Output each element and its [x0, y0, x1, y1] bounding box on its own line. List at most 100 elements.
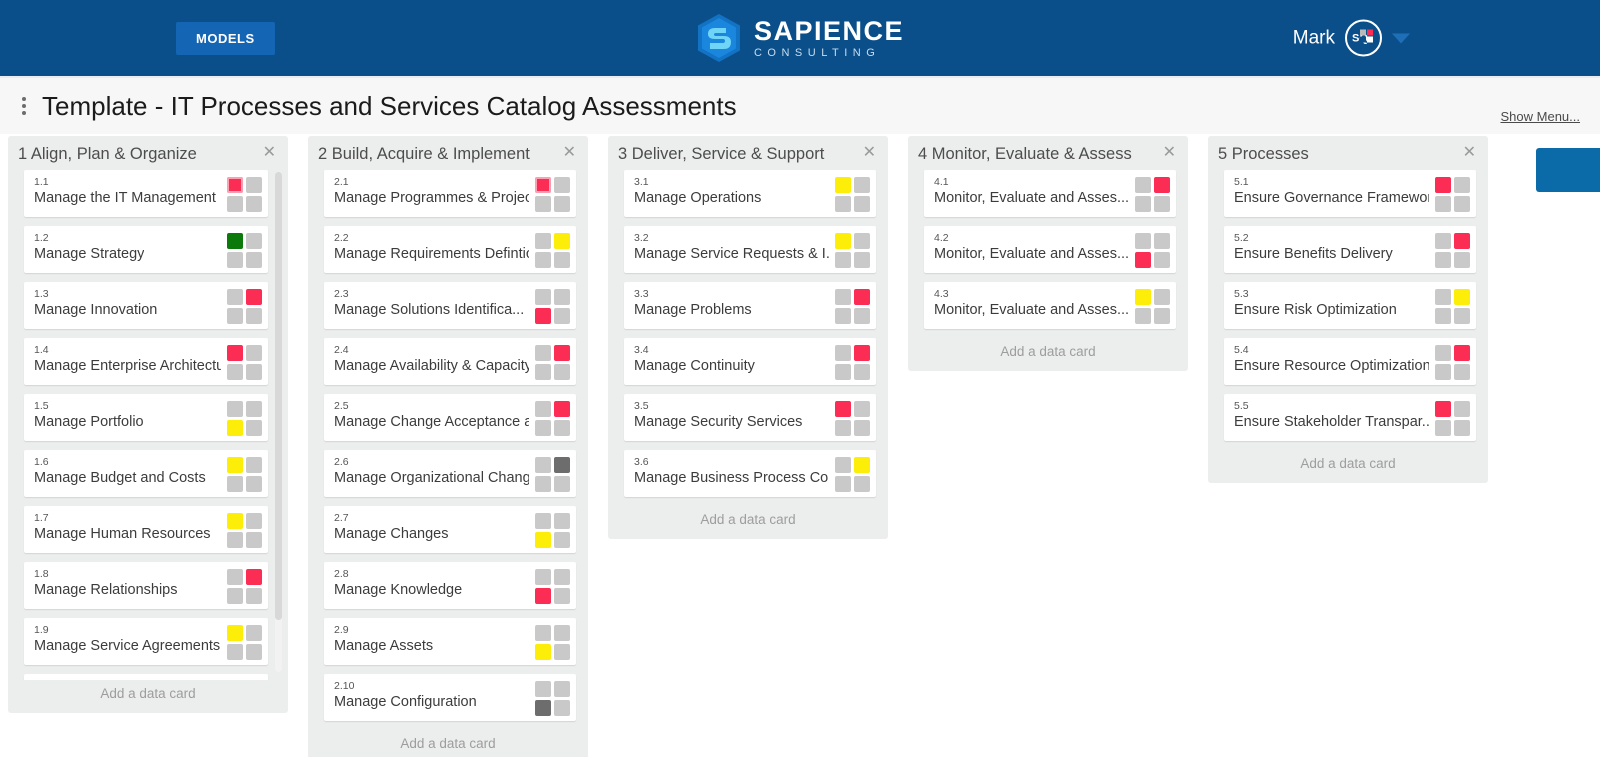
status-swatch[interactable] — [535, 568, 551, 585]
status-swatch[interactable] — [246, 176, 262, 193]
user-menu[interactable]: Mark SQ — [1293, 19, 1410, 57]
status-swatch[interactable] — [554, 232, 570, 249]
status-swatch[interactable] — [1135, 195, 1151, 212]
status-swatch[interactable] — [554, 512, 570, 529]
status-swatch[interactable] — [227, 195, 243, 212]
status-swatch[interactable] — [246, 475, 262, 492]
status-swatch[interactable] — [535, 512, 551, 529]
data-card[interactable]: 5.2 Ensure Benefits Delivery — [1224, 225, 1476, 273]
data-card[interactable]: 2.7 Manage Changes — [324, 505, 576, 553]
status-swatch[interactable] — [1454, 288, 1470, 305]
status-swatch[interactable] — [227, 475, 243, 492]
status-swatch[interactable] — [1435, 400, 1451, 417]
data-card[interactable]: 5.5 Ensure Stakeholder Transpar... — [1224, 393, 1476, 441]
status-swatch[interactable] — [554, 419, 570, 436]
data-card[interactable]: 2.2 Manage Requirements Defintion — [324, 225, 576, 273]
status-swatch[interactable] — [246, 288, 262, 305]
status-swatch[interactable] — [554, 307, 570, 324]
data-card[interactable]: 1.9 Manage Service Agreements — [24, 617, 268, 665]
status-swatch[interactable] — [835, 176, 851, 193]
status-swatch[interactable] — [1154, 195, 1170, 212]
data-card[interactable]: 5.1 Ensure Governance Framework... — [1224, 169, 1476, 217]
column-scrollbar-thumb[interactable] — [275, 172, 282, 620]
status-swatch[interactable] — [1435, 288, 1451, 305]
status-swatch[interactable] — [535, 344, 551, 361]
status-swatch[interactable] — [1435, 363, 1451, 380]
status-swatch[interactable] — [227, 251, 243, 268]
status-swatch[interactable] — [1454, 232, 1470, 249]
status-swatch[interactable] — [835, 363, 851, 380]
status-swatch[interactable] — [854, 344, 870, 361]
status-swatch[interactable] — [554, 344, 570, 361]
status-swatch[interactable] — [854, 176, 870, 193]
status-swatch[interactable] — [535, 251, 551, 268]
status-swatch[interactable] — [535, 680, 551, 697]
status-swatch[interactable] — [1454, 400, 1470, 417]
status-swatch[interactable] — [246, 400, 262, 417]
status-swatch[interactable] — [854, 400, 870, 417]
status-swatch[interactable] — [246, 419, 262, 436]
status-swatch[interactable] — [535, 400, 551, 417]
chevron-down-icon[interactable] — [1392, 33, 1410, 43]
models-button[interactable]: MODELS — [176, 21, 275, 55]
status-swatch[interactable] — [227, 344, 243, 361]
status-swatch[interactable] — [554, 176, 570, 193]
status-swatch[interactable] — [554, 587, 570, 604]
status-swatch[interactable] — [246, 643, 262, 660]
status-swatch[interactable] — [535, 456, 551, 473]
data-card[interactable]: 3.3 Manage Problems — [624, 281, 876, 329]
status-swatch[interactable] — [246, 195, 262, 212]
data-card[interactable]: 4.1 Monitor, Evaluate and Asses... — [924, 169, 1176, 217]
status-swatch[interactable] — [246, 512, 262, 529]
status-swatch[interactable] — [535, 195, 551, 212]
status-swatch[interactable] — [554, 251, 570, 268]
data-card[interactable]: 2.9 Manage Assets — [324, 617, 576, 665]
data-card[interactable]: 2.4 Manage Availability & Capacity — [324, 337, 576, 385]
status-swatch[interactable] — [1135, 307, 1151, 324]
status-swatch[interactable] — [554, 568, 570, 585]
status-swatch[interactable] — [1154, 251, 1170, 268]
data-card[interactable]: 5.4 Ensure Resource Optimization — [1224, 337, 1476, 385]
data-card[interactable]: 4.2 Monitor, Evaluate and Asses... — [924, 225, 1176, 273]
status-swatch[interactable] — [227, 624, 243, 641]
status-swatch[interactable] — [554, 363, 570, 380]
status-swatch[interactable] — [554, 531, 570, 548]
status-swatch[interactable] — [1454, 344, 1470, 361]
status-swatch[interactable] — [227, 531, 243, 548]
status-swatch[interactable] — [854, 288, 870, 305]
status-swatch[interactable] — [246, 232, 262, 249]
status-swatch[interactable] — [854, 195, 870, 212]
status-swatch[interactable] — [554, 699, 570, 716]
status-swatch[interactable] — [1454, 363, 1470, 380]
status-swatch[interactable] — [1435, 344, 1451, 361]
status-swatch[interactable] — [246, 587, 262, 604]
status-swatch[interactable] — [554, 195, 570, 212]
status-swatch[interactable] — [227, 643, 243, 660]
status-swatch[interactable] — [227, 419, 243, 436]
add-data-card-button[interactable]: Add a data card — [308, 730, 588, 757]
data-card[interactable]: 3.2 Manage Service Requests & I... — [624, 225, 876, 273]
collapsed-side-panel[interactable] — [1536, 148, 1600, 192]
close-icon[interactable]: ✕ — [261, 145, 278, 161]
status-swatch[interactable] — [246, 363, 262, 380]
status-swatch[interactable] — [554, 288, 570, 305]
status-swatch[interactable] — [535, 475, 551, 492]
data-card[interactable]: 3.5 Manage Security Services — [624, 393, 876, 441]
add-data-card-button[interactable]: Add a data card — [608, 506, 888, 535]
status-swatch[interactable] — [1454, 195, 1470, 212]
status-swatch[interactable] — [554, 456, 570, 473]
status-swatch[interactable] — [854, 475, 870, 492]
status-swatch[interactable] — [854, 307, 870, 324]
status-swatch[interactable] — [835, 475, 851, 492]
status-swatch[interactable] — [1154, 176, 1170, 193]
data-card[interactable]: 1.6 Manage Budget and Costs — [24, 449, 268, 497]
status-swatch[interactable] — [535, 363, 551, 380]
status-swatch[interactable] — [1135, 251, 1151, 268]
status-swatch[interactable] — [535, 176, 551, 193]
status-swatch[interactable] — [1454, 307, 1470, 324]
status-swatch[interactable] — [1454, 176, 1470, 193]
add-data-card-button[interactable]: Add a data card — [8, 680, 288, 709]
status-swatch[interactable] — [246, 344, 262, 361]
status-swatch[interactable] — [1154, 232, 1170, 249]
status-swatch[interactable] — [246, 307, 262, 324]
